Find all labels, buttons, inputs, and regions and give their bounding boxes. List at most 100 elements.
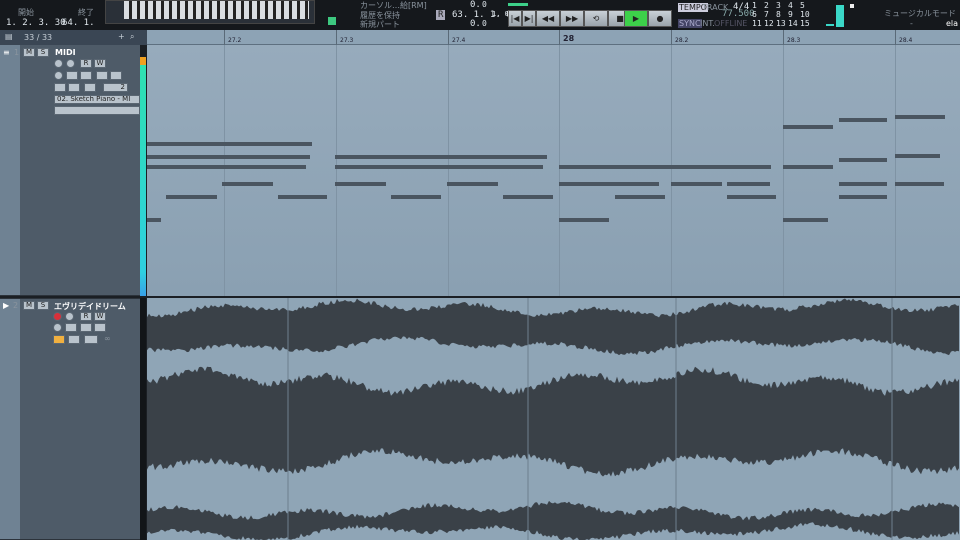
monitor-button[interactable] — [66, 59, 75, 68]
track-header-midi[interactable]: ≡ 1 M S MIDI R W 2 02. Sketch Piano - MI — [0, 45, 140, 296]
solo-button[interactable]: S — [37, 301, 49, 310]
midi-note[interactable] — [839, 195, 887, 199]
pan-button[interactable] — [80, 71, 92, 80]
marker-5[interactable]: 5 — [800, 1, 805, 10]
sync-button[interactable]: SYNC — [678, 19, 702, 28]
marker-2[interactable]: 2 — [764, 1, 769, 10]
marker-10[interactable]: 10 — [800, 10, 810, 19]
midi-note[interactable] — [447, 182, 498, 186]
marker-4[interactable]: 4 — [788, 1, 793, 10]
add-track-icon[interactable]: + — [118, 32, 125, 41]
write-button[interactable]: W — [94, 59, 106, 68]
menu-item-new-part[interactable]: 新規パート — [360, 19, 400, 30]
midi-note[interactable] — [727, 195, 776, 199]
expand-icon[interactable]: ▶ — [3, 301, 9, 310]
folder-button[interactable] — [68, 83, 80, 92]
routing-button[interactable] — [96, 71, 108, 80]
midi-note[interactable] — [278, 195, 327, 199]
end-value[interactable]: 64. 1. — [62, 18, 95, 28]
marker-14[interactable]: 14 — [788, 19, 798, 28]
read-button[interactable]: R — [80, 312, 92, 321]
folder-button[interactable] — [68, 335, 80, 344]
midi-note[interactable] — [391, 195, 441, 199]
go-end-button[interactable]: ▶| — [522, 10, 536, 27]
keyboard-display[interactable] — [105, 0, 315, 24]
solo-button[interactable]: S — [37, 48, 49, 57]
marker-13[interactable]: 13 — [776, 19, 786, 28]
link-button[interactable] — [66, 71, 78, 80]
eq-button[interactable] — [110, 71, 122, 80]
monitor-button[interactable] — [65, 312, 74, 321]
marker-3[interactable]: 3 — [776, 1, 781, 10]
musical-mode-value[interactable]: - — [910, 19, 913, 28]
forward-button[interactable]: ▶▶ — [560, 10, 584, 27]
track-list-icon[interactable]: ▤ — [5, 32, 13, 41]
marker-12[interactable]: 12 — [764, 19, 774, 28]
marker-9[interactable]: 9 — [788, 10, 793, 19]
midi-note[interactable] — [895, 182, 944, 186]
audio-event[interactable] — [147, 298, 960, 540]
track-name[interactable]: MIDI — [55, 48, 76, 57]
pencil-button[interactable] — [54, 83, 66, 92]
tempo-value[interactable]: 77.500 — [722, 9, 755, 19]
midi-note[interactable] — [559, 218, 609, 222]
edit-instrument-button[interactable] — [54, 71, 63, 80]
program-field[interactable] — [54, 106, 140, 115]
midi-note[interactable] — [147, 155, 310, 159]
midi-note[interactable] — [895, 115, 945, 119]
record-enable-button[interactable] — [53, 312, 62, 321]
musical-mode-button[interactable] — [53, 335, 65, 344]
eq-button[interactable] — [94, 323, 106, 332]
midi-note[interactable] — [335, 182, 386, 186]
marker-15[interactable]: 15 — [800, 19, 810, 28]
lanes-button[interactable] — [84, 83, 96, 92]
midi-note[interactable] — [839, 182, 887, 186]
midi-note[interactable] — [559, 165, 771, 169]
edit-channel-button[interactable] — [53, 323, 62, 332]
track-header-audio[interactable]: ▶ 2 M S エヴリデイドリーム R W ∞ — [0, 298, 140, 540]
mute-button[interactable]: M — [23, 48, 35, 57]
marker-11[interactable]: 11 — [752, 19, 762, 28]
link-icon[interactable]: ∞ — [104, 334, 111, 343]
go-start-button[interactable]: |◀ — [508, 10, 522, 27]
record-enable-button[interactable] — [54, 59, 63, 68]
midi-note[interactable] — [615, 195, 665, 199]
midi-note[interactable] — [166, 195, 217, 199]
cycle-button[interactable]: ⟲ — [584, 10, 608, 27]
read-button[interactable]: R — [80, 59, 92, 68]
midi-note[interactable] — [559, 182, 659, 186]
channel-field[interactable]: 2 — [103, 83, 128, 92]
midi-note[interactable] — [727, 182, 770, 186]
insert-button[interactable] — [65, 323, 77, 332]
midi-note[interactable] — [783, 125, 833, 129]
marker-6[interactable]: 6 — [752, 10, 757, 19]
marker-7[interactable]: 7 — [764, 10, 769, 19]
midi-note[interactable] — [335, 155, 547, 159]
volume-slider[interactable] — [850, 4, 854, 8]
midi-note[interactable] — [335, 165, 543, 169]
midi-note[interactable] — [147, 218, 161, 222]
marker-8[interactable]: 8 — [776, 10, 781, 19]
midi-note[interactable] — [671, 182, 722, 186]
timeline-ruler[interactable]: 27.2 27.3 27.4 28 28.2 28.3 28.4 — [147, 30, 960, 45]
lanes-button[interactable] — [84, 335, 98, 344]
midi-note[interactable] — [783, 165, 833, 169]
midi-note[interactable] — [839, 118, 887, 122]
search-icon[interactable]: ⌕ — [130, 32, 134, 42]
pan-button[interactable] — [80, 323, 92, 332]
track-name[interactable]: エヴリデイドリーム — [54, 301, 126, 312]
midi-part[interactable] — [147, 45, 960, 296]
record-button[interactable]: ● — [648, 10, 672, 27]
midi-note[interactable] — [222, 182, 273, 186]
midi-note[interactable] — [895, 154, 940, 158]
midi-note[interactable] — [147, 165, 306, 169]
rewind-button[interactable]: ◀◀ — [536, 10, 560, 27]
instrument-output[interactable]: 02. Sketch Piano - MI — [54, 95, 140, 104]
r-button[interactable]: R — [436, 10, 445, 20]
mute-button[interactable]: M — [23, 301, 35, 310]
midi-note[interactable] — [147, 142, 312, 146]
start-value[interactable]: 1. 2. 3. 30 — [6, 18, 66, 28]
write-button[interactable]: W — [94, 312, 106, 321]
midi-note[interactable] — [783, 218, 828, 222]
play-button[interactable]: ▶ — [624, 10, 648, 27]
